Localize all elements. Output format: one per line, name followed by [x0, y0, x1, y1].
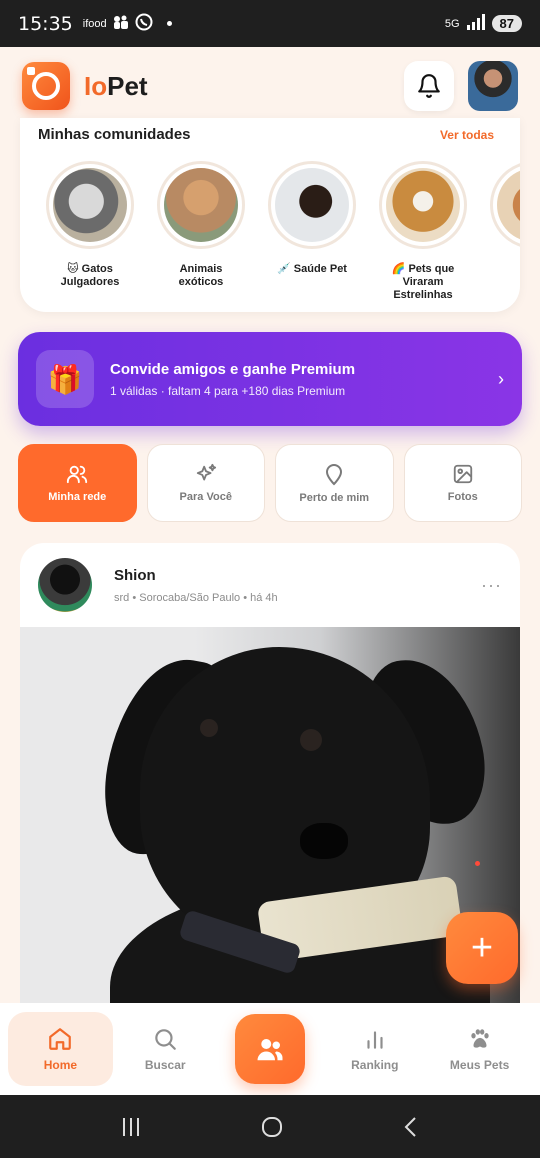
tab-label: Perto de mim	[299, 492, 370, 504]
nav-buscar[interactable]: Buscar	[113, 1012, 218, 1086]
battery-level: 87	[499, 16, 514, 31]
invite-subtitle: 1 válidas · faltam 4 para +180 dias Prem…	[110, 383, 346, 398]
post-meta: srd • Sorocaba/São Paulo • há 4h	[114, 591, 278, 604]
post-avatar[interactable]	[38, 558, 92, 612]
nav-label: Buscar	[144, 1058, 186, 1072]
plus-icon: +	[470, 926, 494, 969]
sparkles-icon	[196, 463, 216, 481]
teams-icon	[113, 15, 129, 32]
communities-title: Minhas comunidades	[38, 126, 191, 143]
status-right: 5G 87	[445, 14, 522, 33]
paw-icon	[470, 1029, 489, 1048]
community-item[interactable]: 🐱 Gatos Julgadores	[46, 161, 134, 302]
feed-post: Shion srd • Sorocaba/São Paulo • há 4h ·…	[20, 543, 520, 1013]
search-icon	[155, 1029, 177, 1050]
bell-icon	[418, 74, 440, 98]
nav-ranking[interactable]: Ranking	[322, 1012, 427, 1086]
iopet-logo-icon	[22, 62, 70, 110]
communities-card: Minhas comunidades Ver todas 🐱 Gatos Jul…	[20, 118, 520, 312]
back-icon[interactable]	[401, 1115, 421, 1139]
community-image	[497, 168, 520, 242]
tab-label: Minha rede	[48, 491, 107, 503]
map-pin-icon	[326, 464, 343, 486]
community-image	[386, 168, 460, 242]
system-navigation-bar	[0, 1095, 540, 1158]
nav-home[interactable]: Home	[8, 1012, 113, 1086]
status-bar: 15:35 ifood 5G 87	[0, 0, 540, 47]
tab-label: Fotos	[447, 491, 478, 503]
community-item[interactable]: 💉 Saúde Pet	[268, 161, 356, 302]
community-item[interactable]: 🐾 M	[490, 161, 520, 302]
brand-name: IoPet	[84, 70, 148, 101]
tab-label: Para Você	[179, 491, 232, 503]
signal-icon	[466, 14, 486, 33]
tab-para-voce[interactable]: Para Você	[146, 444, 265, 522]
status-app-icons: ifood	[83, 13, 172, 34]
app-header: IoPet	[0, 47, 540, 125]
post-author-name[interactable]: Shion	[114, 567, 278, 584]
recent-apps-icon[interactable]	[119, 1116, 143, 1138]
community-image	[164, 168, 238, 242]
tab-minha-rede[interactable]: Minha rede	[18, 444, 137, 522]
nav-center	[218, 1014, 323, 1084]
nav-label: Home	[43, 1058, 78, 1072]
community-label: Animais exóticos	[178, 263, 224, 288]
community-image	[53, 168, 127, 242]
post-photo[interactable]	[20, 627, 520, 1013]
community-label: 🐱 Gatos Julgadores	[60, 263, 120, 288]
network-5g-icon: 5G	[444, 17, 460, 30]
users-icon	[67, 465, 88, 484]
status-time: 15:35	[18, 12, 73, 35]
invite-premium-banner[interactable]: 🎁 Convide amigos e ganhe Premium 1 válid…	[18, 332, 522, 426]
feed-tabs: Minha rede Para Você Perto de mim Fotos	[18, 444, 522, 522]
bar-chart-icon	[367, 1031, 383, 1049]
invite-title: Convide amigos e ganhe Premium	[110, 360, 356, 378]
bottom-navigation: Home Buscar Ranking Meus Pets	[0, 1003, 540, 1095]
more-options-icon[interactable]: ···	[481, 575, 502, 596]
community-label: 💉 Saúde Pet	[277, 263, 347, 275]
notification-dot	[166, 21, 172, 26]
gift-icon: 🎁	[36, 350, 94, 408]
profile-avatar[interactable]	[468, 61, 518, 111]
communities-list: 🐱 Gatos Julgadores Animais exóticos 💉 Sa…	[20, 143, 520, 302]
tab-fotos[interactable]: Fotos	[403, 444, 522, 522]
chevron-right-icon: ›	[498, 368, 504, 389]
ifood-icon: ifood	[82, 17, 107, 30]
users-icon	[257, 1039, 283, 1061]
community-image	[275, 168, 349, 242]
notifications-button[interactable]	[404, 61, 454, 111]
community-button[interactable]	[234, 1014, 305, 1084]
battery-icon: 87	[491, 15, 522, 32]
home-circle-icon[interactable]	[260, 1115, 284, 1139]
nav-label: Ranking	[351, 1058, 399, 1072]
see-all-link[interactable]: Ver todas	[440, 128, 494, 142]
community-item[interactable]: Animais exóticos	[157, 161, 245, 302]
add-post-button[interactable]: +	[446, 912, 518, 984]
community-label: 🌈 Pets que Viraram Estrelinhas	[391, 263, 455, 301]
post-header: Shion srd • Sorocaba/São Paulo • há 4h ·…	[20, 543, 520, 627]
community-item[interactable]: 🌈 Pets que Viraram Estrelinhas	[379, 161, 467, 302]
tab-perto-de-mim[interactable]: Perto de mim	[275, 444, 394, 522]
whatsapp-icon	[135, 13, 153, 34]
image-icon	[453, 464, 472, 484]
nav-meus-pets[interactable]: Meus Pets	[427, 1012, 532, 1086]
nav-label: Meus Pets	[449, 1058, 510, 1072]
home-icon	[49, 1028, 72, 1050]
